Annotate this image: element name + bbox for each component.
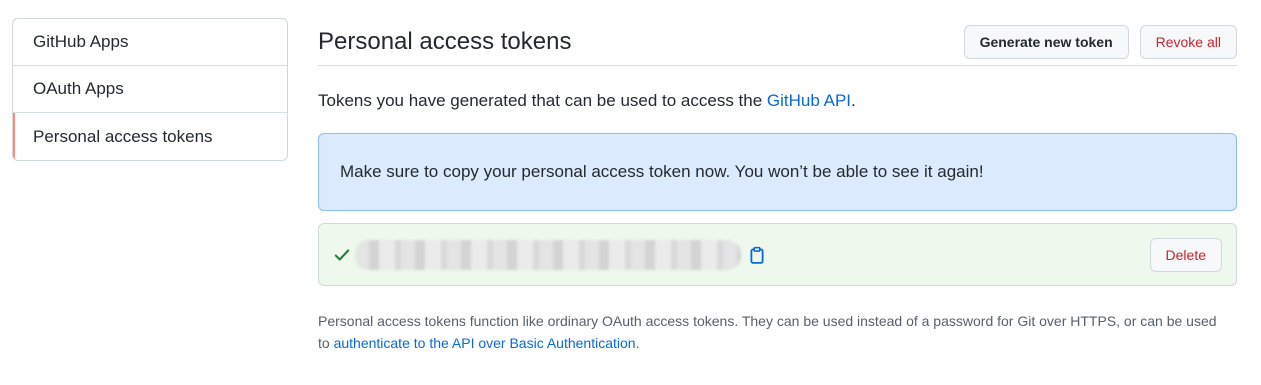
sidebar-item-label: Personal access tokens: [33, 126, 213, 146]
basic-auth-link[interactable]: authenticate to the API over Basic Authe…: [334, 335, 636, 351]
clipboard-icon[interactable]: [748, 246, 766, 264]
page-title: Personal access tokens: [318, 27, 572, 55]
header-actions: Generate new token Revoke all: [963, 24, 1237, 59]
sidebar-item-label: OAuth Apps: [33, 79, 124, 98]
copy-token-notice: Make sure to copy your personal access t…: [318, 133, 1237, 211]
token-value-redacted: [355, 239, 741, 270]
new-token-row: Delete: [318, 223, 1237, 286]
sidebar-item-personal-access-tokens[interactable]: Personal access tokens: [13, 113, 287, 160]
generate-new-token-button[interactable]: Generate new token: [963, 24, 1129, 59]
settings-sidebar: GitHub Apps OAuth Apps Personal access t…: [12, 18, 288, 161]
check-icon: [334, 248, 350, 261]
delete-token-button[interactable]: Delete: [1149, 238, 1222, 272]
page-header: Personal access tokens Generate new toke…: [318, 18, 1237, 66]
tokens-footnote: Personal access tokens function like ord…: [318, 310, 1228, 354]
notice-message: Make sure to copy your personal access t…: [340, 162, 984, 181]
description-text: Tokens you have generated that can be us…: [318, 91, 767, 110]
sidebar-item-oauth-apps[interactable]: OAuth Apps: [13, 66, 287, 113]
main-content: Personal access tokens Generate new toke…: [318, 18, 1237, 368]
sidebar-item-github-apps[interactable]: GitHub Apps: [13, 19, 287, 66]
revoke-all-button[interactable]: Revoke all: [1139, 24, 1237, 59]
tokens-description: Tokens you have generated that can be us…: [318, 91, 1237, 111]
footnote-suffix: .: [635, 335, 640, 351]
description-suffix: .: [851, 91, 856, 110]
sidebar-item-label: GitHub Apps: [33, 32, 129, 51]
github-api-link[interactable]: GitHub API: [767, 91, 851, 110]
